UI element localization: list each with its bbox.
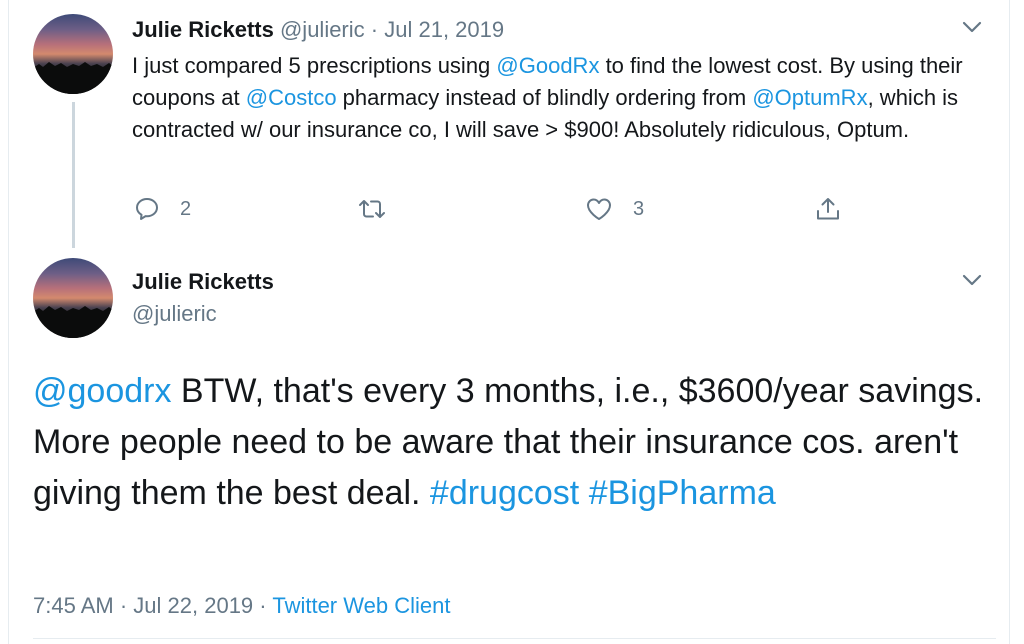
header-separator: · (370, 17, 379, 42)
tweet-metadata: 7:45 AM · Jul 22, 2019 · Twitter Web Cli… (33, 592, 450, 620)
author-name[interactable]: Julie Ricketts (132, 268, 274, 296)
avatar[interactable] (33, 14, 113, 94)
hashtag-link[interactable]: #drugcost (430, 474, 579, 512)
source-client-link[interactable]: Twitter Web Client (272, 593, 450, 618)
treeline-silhouette-icon (33, 306, 113, 338)
tweet-header: Julie Ricketts @julieric · Jul 21, 2019 (132, 16, 504, 44)
like-count: 3 (633, 197, 645, 220)
author-name[interactable]: Julie Ricketts (132, 17, 274, 42)
reply-button[interactable]: 2 (134, 194, 191, 224)
tweet-text: I just compared 5 prescriptions using @G… (132, 50, 992, 146)
divider (33, 638, 996, 639)
meta-separator: · (119, 593, 128, 618)
meta-separator: · (259, 593, 267, 618)
mention-link[interactable]: @GoodRx (496, 53, 599, 78)
author-handle[interactable]: @julieric (280, 17, 365, 42)
text-segment: I just compared 5 prescriptions using (132, 53, 497, 78)
tweet-date[interactable]: Jul 22, 2019 (133, 593, 253, 618)
author-handle[interactable]: @julieric (132, 300, 217, 328)
hashtag-link[interactable]: #BigPharma (589, 474, 776, 512)
heart-icon (587, 198, 611, 220)
mention-link[interactable]: @OptumRx (752, 85, 867, 110)
reply-count: 2 (180, 197, 192, 220)
share-icon (817, 198, 839, 220)
share-button[interactable] (815, 194, 841, 224)
like-button[interactable]: 3 (585, 194, 644, 224)
retweet-icon (359, 200, 385, 218)
mention-link[interactable]: @Costco (246, 85, 337, 110)
tweet-date[interactable]: Jul 21, 2019 (384, 17, 504, 42)
mention-link[interactable]: @goodrx (33, 372, 171, 410)
treeline-silhouette-icon (33, 62, 113, 94)
reply-icon (136, 198, 158, 220)
avatar[interactable] (33, 258, 113, 338)
retweet-button[interactable] (357, 194, 387, 224)
tweet-text: @goodrx BTW, that's every 3 months, i.e.… (33, 366, 993, 519)
thread-connector-line (72, 102, 75, 248)
chevron-down-icon[interactable] (961, 273, 983, 287)
text-segment: pharmacy instead of blindly ordering fro… (336, 85, 753, 110)
tweet-time[interactable]: 7:45 AM (33, 593, 114, 618)
chevron-down-icon[interactable] (961, 20, 983, 34)
